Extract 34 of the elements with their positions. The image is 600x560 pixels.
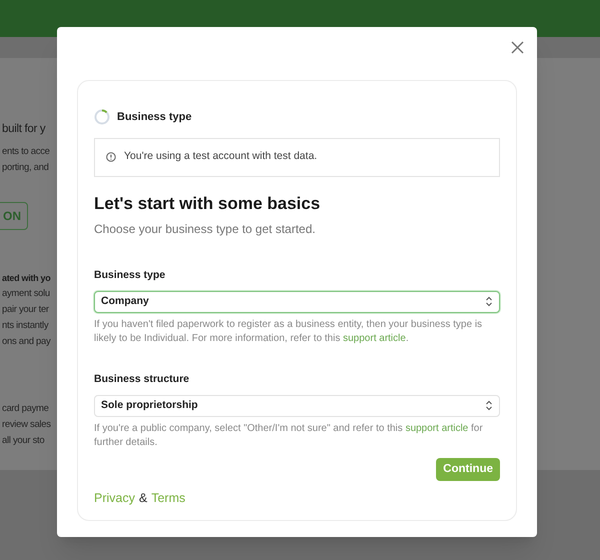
field-label: Business type — [94, 268, 166, 283]
form-subheading: Choose your business type to get started. — [94, 221, 316, 238]
support-link[interactable]: support article — [405, 422, 468, 434]
page-text: review sales — [2, 418, 51, 432]
help-text: If you're a public company, select "Other/I'm not sure" and refer to this support article for further details. — [94, 422, 484, 450]
step-label: Business type — [117, 110, 192, 125]
form-heading: Let's start with some basics — [94, 192, 322, 214]
field-label: Business structure — [94, 372, 190, 387]
terms-link[interactable]: Terms — [151, 489, 186, 508]
chevron-up-down-icon — [485, 400, 493, 411]
page-text: ents to acce — [2, 145, 50, 159]
support-link[interactable]: support article — [343, 332, 406, 344]
page-text: card payme — [2, 402, 49, 416]
page-button[interactable]: ON — [0, 202, 28, 230]
privacy-link[interactable]: Privacy — [94, 489, 135, 508]
help-text: If you haven't filed paperwork to register as a business entity, then your business type is likely to be Individual. For more information, refer to this support article. — [94, 318, 484, 346]
page-heading: built for y — [2, 122, 46, 137]
page-text: ons and pay — [2, 335, 50, 349]
separator-text: & — [138, 490, 148, 508]
info-icon — [106, 152, 116, 162]
close-button[interactable] — [509, 39, 525, 55]
notice-text: You're using a test account with test data. — [124, 149, 318, 164]
page-text: ayment solu — [2, 287, 50, 301]
page-text: nts instantly — [2, 319, 48, 333]
select-field[interactable]: Company — [94, 290, 500, 313]
select-field[interactable]: Sole proprietorship — [94, 394, 500, 416]
page-text: all your sto — [2, 434, 44, 448]
page-text: porting, and — [2, 161, 49, 175]
progress-ring-icon — [94, 109, 110, 126]
page-subheading: ated with yo — [2, 272, 50, 285]
chevron-up-down-icon — [485, 296, 493, 308]
close-icon — [510, 40, 524, 54]
continue-button[interactable]: Continue — [436, 458, 500, 482]
page-text: pair your ter — [2, 303, 49, 317]
